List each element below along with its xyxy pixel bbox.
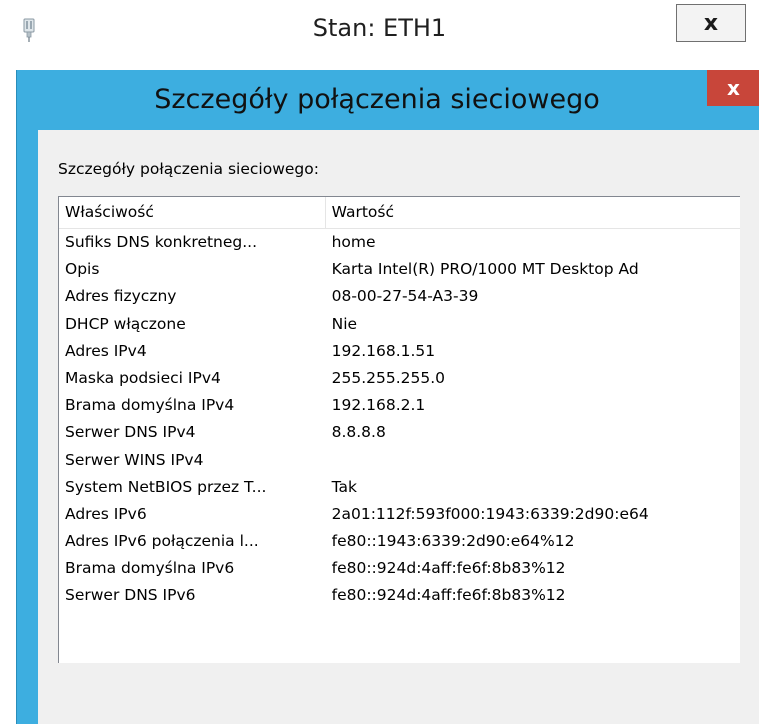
table-row[interactable]: Adres fizyczny 08-00-27-54-A3-39: [59, 283, 740, 310]
details-section-label: Szczegóły połączenia sieciowego:: [58, 160, 319, 178]
close-icon: x: [727, 76, 740, 100]
row-property: Sufiks DNS konkretneg...: [65, 233, 258, 251]
row-property: Opis: [65, 260, 100, 279]
row-property: Adres IPv6: [65, 504, 147, 523]
table-row[interactable]: Maska podsieci IPv4 255.255.255.0: [59, 365, 740, 392]
status-window-close-button[interactable]: x: [676, 4, 746, 42]
table-row[interactable]: Sufiks DNS konkretneg... home: [59, 229, 740, 256]
row-property: Maska podsieci IPv4: [65, 368, 221, 387]
row-value: fe80::924d:4aff:fe6f:8b83%12: [331, 586, 566, 605]
details-dialog-title: Szczegóły połączenia sieciowego: [154, 84, 600, 115]
listview-header: Właściwość Wartość: [59, 197, 740, 229]
details-dialog-close-button[interactable]: x: [707, 70, 759, 106]
row-property: Adres fizyczny: [65, 287, 177, 306]
table-row[interactable]: Serwer DNS IPv6 fe80::924d:4aff:fe6f:8b83…: [59, 582, 740, 609]
table-row[interactable]: Adres IPv6 2a01:112f:593f000:1943:6339:2d…: [59, 501, 740, 528]
table-row[interactable]: Adres IPv6 połączenia l... fe80::1943:633…: [59, 528, 740, 555]
table-row[interactable]: Brama domyślna IPv4 192.168.2.1: [59, 392, 740, 419]
row-property: Serwer WINS IPv4: [65, 450, 204, 469]
table-row[interactable]: Serwer WINS IPv4: [59, 447, 740, 474]
table-row[interactable]: Brama domyślna IPv6 fe80::924d:4aff:fe6f:…: [59, 555, 740, 582]
close-icon: x: [703, 10, 719, 36]
table-row[interactable]: Opis Karta Intel(R) PRO/1000 MT Desktop A…: [59, 256, 740, 283]
row-property: Brama domyślna IPv6: [65, 559, 235, 578]
row-value: fe80::1943:6339:2d90:e64%12: [331, 532, 575, 551]
details-listview[interactable]: Właściwość Wartość Sufiks DNS konkretneg…: [58, 196, 740, 663]
row-value: 192.168.1.51: [331, 341, 436, 360]
row-property: DHCP włączone: [65, 314, 186, 333]
column-header-value[interactable]: Wartość: [326, 197, 740, 228]
row-property: Brama domyślna IPv4: [65, 396, 235, 415]
row-value: 255.255.255.0: [331, 368, 446, 387]
status-window-titlebar[interactable]: Stan: ETH1 x: [0, 0, 759, 68]
row-value: [326, 447, 740, 474]
table-row[interactable]: DHCP włączone Nie: [59, 311, 740, 338]
row-value: Tak: [331, 477, 357, 496]
row-property: Adres IPv6 połączenia l...: [65, 532, 259, 551]
row-value: 08-00-27-54-A3-39: [331, 287, 479, 306]
row-property: Serwer DNS IPv6: [65, 586, 196, 605]
column-header-property[interactable]: Właściwość: [59, 197, 326, 228]
row-value: 192.168.2.1: [331, 396, 426, 415]
row-value: home: [331, 233, 376, 251]
row-value: Karta Intel(R) PRO/1000 MT Desktop Ad: [331, 260, 639, 279]
row-property: System NetBIOS przez T...: [65, 477, 267, 496]
row-value: 8.8.8.8: [331, 423, 386, 442]
row-value: 2a01:112f:593f000:1943:6339:2d90:e64: [331, 504, 649, 523]
status-window-title: Stan: ETH1: [312, 14, 447, 42]
table-row[interactable]: System NetBIOS przez T... Tak: [59, 474, 740, 501]
row-property: Serwer DNS IPv4: [65, 423, 196, 442]
table-row[interactable]: Serwer DNS IPv4 8.8.8.8: [59, 419, 740, 446]
row-value: Nie: [331, 314, 358, 333]
listview-rows: Sufiks DNS konkretneg... home Opis Karta In…: [59, 229, 740, 610]
table-row[interactable]: Adres IPv4 192.168.1.51: [59, 338, 740, 365]
row-property: Adres IPv4: [65, 341, 147, 360]
row-value: fe80::924d:4aff:fe6f:8b83%12: [331, 559, 566, 578]
